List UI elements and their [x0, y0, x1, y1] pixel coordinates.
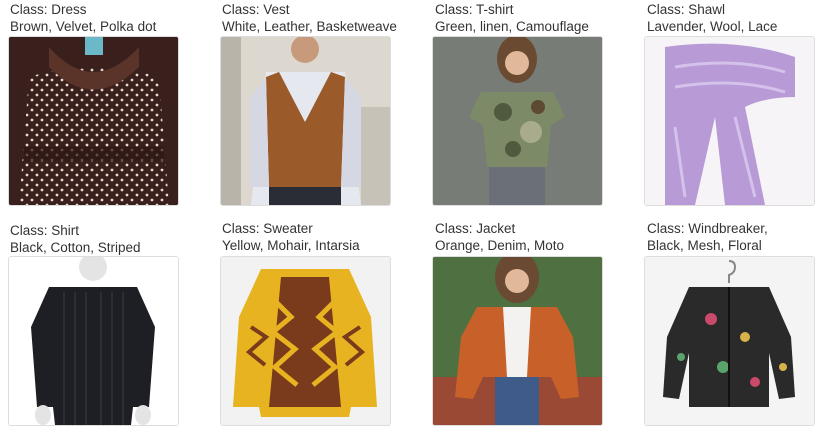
item-4-attributes: Lavender, Wool, Lace	[647, 19, 778, 34]
item-1-class: Class: Dress	[10, 2, 87, 17]
item-8-image	[644, 256, 815, 426]
item-2-image	[220, 36, 391, 206]
dress-illustration	[9, 37, 178, 205]
item-7-image	[432, 256, 603, 426]
item-8-class: Class: Windbreaker,	[647, 221, 768, 236]
item-6-image	[220, 256, 391, 426]
item-6-caption: Class: Sweater Yellow, Mohair, Intarsia	[222, 220, 360, 254]
item-2-attributes: White, Leather, Basketweave	[222, 19, 397, 34]
item-5-class: Class: Shirt	[10, 223, 80, 238]
item-3-attributes: Green, linen, Camouflage	[435, 19, 589, 34]
windbreaker-illustration	[645, 257, 814, 425]
item-8-caption: Class: Windbreaker, Black, Mesh, Floral	[647, 220, 768, 254]
item-1-attributes: Brown, Velvet, Polka dot	[10, 19, 157, 34]
shirt-illustration	[9, 257, 178, 425]
item-4-caption: Class: Shawl Lavender, Wool, Lace	[647, 1, 777, 35]
item-5-image	[8, 256, 179, 426]
item-4-image	[644, 36, 815, 206]
item-2-class: Class: Vest	[222, 2, 290, 17]
shawl-illustration	[645, 37, 814, 205]
item-5-attributes: Black, Cotton, Striped	[10, 240, 141, 255]
item-2-caption: Class: Vest White, Leather, Basketweave	[222, 1, 397, 35]
item-7-caption: Class: Jacket Orange, Denim, Moto	[435, 220, 564, 254]
item-6-attributes: Yellow, Mohair, Intarsia	[222, 238, 360, 253]
item-7-class: Class: Jacket	[435, 221, 516, 236]
item-3-class: Class: T-shirt	[435, 2, 514, 17]
jacket-illustration	[433, 257, 602, 425]
item-6-class: Class: Sweater	[222, 221, 313, 236]
item-8-attributes: Black, Mesh, Floral	[647, 238, 762, 253]
vest-illustration	[221, 37, 390, 205]
item-4-class: Class: Shawl	[647, 2, 726, 17]
item-1-caption: Class: Dress Brown, Velvet, Polka dot	[10, 1, 156, 35]
item-3-image	[432, 36, 603, 206]
tshirt-illustration	[433, 37, 602, 205]
sweater-illustration	[221, 257, 390, 425]
item-7-attributes: Orange, Denim, Moto	[435, 238, 565, 253]
item-3-caption: Class: T-shirt Green, linen, Camouflage	[435, 1, 589, 35]
item-5-caption: Class: Shirt Black, Cotton, Striped	[10, 222, 141, 256]
item-1-image	[8, 36, 179, 206]
